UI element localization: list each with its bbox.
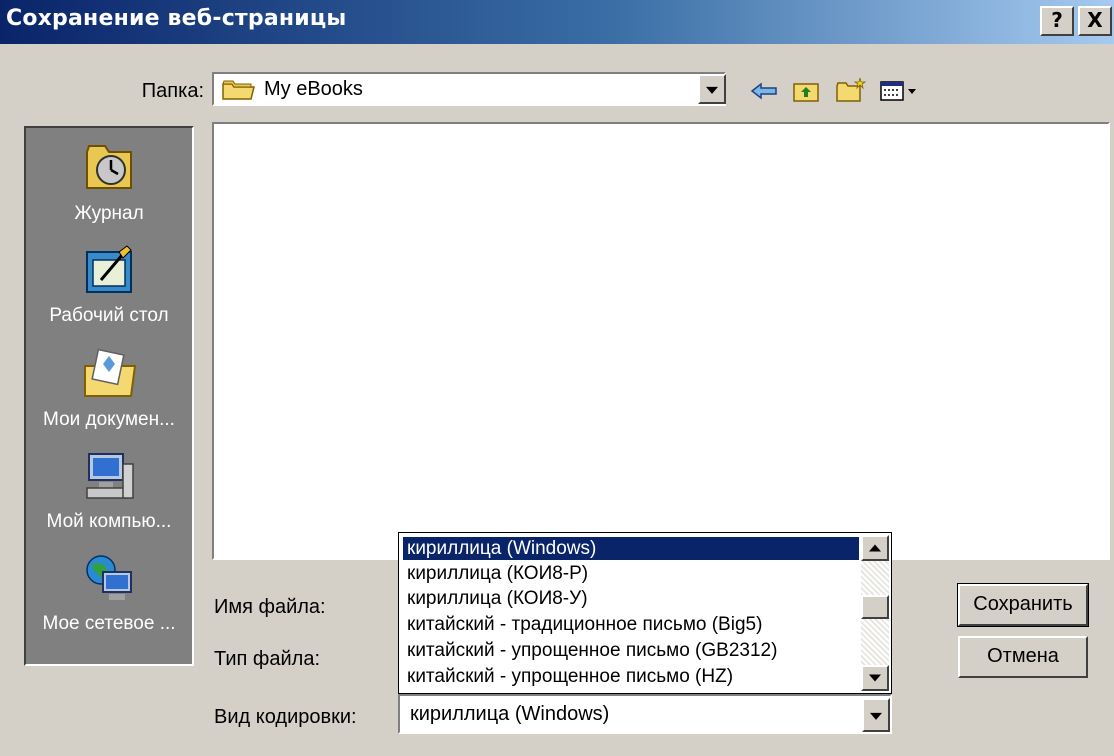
place-label: Мой компью... [46, 511, 172, 532]
place-label: Мое сетевое ... [42, 613, 176, 634]
view-menu-icon [880, 81, 916, 101]
folder-dropdown-button[interactable] [698, 74, 726, 104]
filename-label: Имя файла: [214, 596, 326, 618]
place-network[interactable]: Мое сетевое ... [26, 548, 192, 635]
back-icon [750, 82, 777, 100]
encoding-option[interactable]: китайский - традиционное письмо (Big5) [403, 613, 859, 636]
up-folder-icon [793, 83, 819, 102]
encoding-label: Вид кодировки: [214, 706, 357, 728]
encoding-dropdown-list[interactable]: кириллица (Windows) кириллица (КОИ8-Р) к… [398, 532, 892, 694]
up-folder-button[interactable] [790, 76, 824, 106]
place-label: Мои докумен... [43, 409, 175, 430]
places-bar: Журнал Рабочий стол Мои докумен... Мой к… [24, 126, 194, 666]
new-folder-icon [836, 77, 867, 102]
scroll-down-button[interactable] [861, 665, 889, 691]
place-my-computer[interactable]: Мой компью... [26, 446, 192, 533]
encoding-value: кириллица (Windows) [410, 703, 610, 725]
folder-combo[interactable]: My eBooks [212, 72, 726, 106]
back-button[interactable] [748, 76, 782, 106]
arrow-down-icon [869, 674, 881, 682]
title-bar[interactable]: Сохранение веб-страницы ? X [0, 0, 1114, 44]
place-label: Журнал [74, 203, 144, 224]
view-menu-button[interactable] [878, 76, 922, 106]
place-label: Рабочий стол [49, 305, 169, 326]
arrow-up-icon [869, 544, 881, 552]
scroll-up-button[interactable] [861, 535, 889, 561]
filetype-label: Тип файла: [214, 648, 320, 670]
close-button[interactable]: X [1078, 6, 1112, 36]
history-icon [86, 145, 132, 189]
file-list[interactable] [212, 122, 1110, 560]
my-documents-icon [84, 348, 137, 397]
encoding-option[interactable]: кириллица (Windows) [403, 537, 859, 560]
scroll-thumb[interactable] [861, 595, 889, 619]
place-my-documents[interactable]: Мои докумен... [26, 344, 192, 431]
window-title: Сохранение веб-страницы [6, 6, 347, 31]
dropdown-scrollbar[interactable] [861, 535, 889, 691]
help-button[interactable]: ? [1040, 6, 1074, 36]
desktop-icon [86, 245, 132, 293]
my-computer-icon [86, 453, 134, 499]
encoding-option[interactable]: кириллица (КОИ8-Р) [403, 562, 859, 585]
encoding-option[interactable]: кириллица (КОИ8-У) [403, 587, 859, 610]
chevron-down-icon [870, 712, 882, 720]
folder-value: My eBooks [264, 78, 363, 100]
network-icon [86, 555, 132, 600]
encoding-dropdown-button[interactable] [862, 698, 890, 732]
chevron-down-icon [706, 86, 718, 94]
folder-label: Папка: [141, 80, 204, 102]
place-desktop[interactable]: Рабочий стол [26, 240, 192, 327]
cancel-button[interactable]: Отмена [958, 636, 1088, 678]
place-history[interactable]: Журнал [26, 138, 192, 225]
save-button[interactable]: Сохранить [957, 583, 1089, 627]
encoding-option[interactable]: китайский - упрощенное письмо (GB2312) [403, 639, 859, 662]
new-folder-button[interactable] [834, 76, 868, 106]
folder-icon [222, 79, 256, 106]
encoding-select[interactable]: кириллица (Windows) [398, 694, 892, 734]
encoding-option[interactable]: китайский - упрощенное письмо (HZ) [403, 665, 859, 688]
